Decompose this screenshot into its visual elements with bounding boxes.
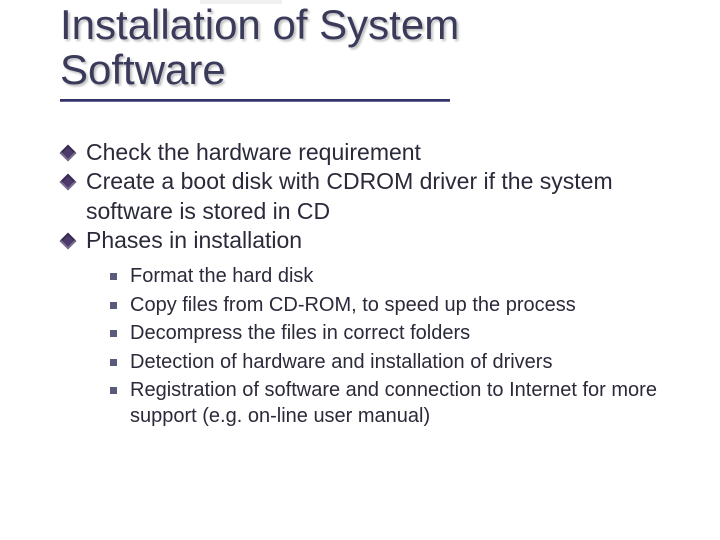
list-item-text: Detection of hardware and installation o…	[130, 351, 552, 373]
list-item: Create a boot disk with CDROM driver if …	[60, 167, 680, 226]
title-block: Installation of System Software	[60, 0, 680, 102]
slide: Installation of System Software Check th…	[0, 0, 720, 540]
bullet-list-level2: Format the hard disk Copy files from CD-…	[86, 263, 680, 429]
title-line-1: Installation of System	[60, 1, 459, 48]
list-item-text: Format the hard disk	[130, 265, 313, 287]
list-item: Format the hard disk	[108, 263, 680, 289]
list-item-text: Check the hardware requirement	[86, 139, 421, 165]
list-item-text: Copy files from CD-ROM, to speed up the …	[130, 294, 576, 316]
list-item-text: Phases in installation	[86, 227, 302, 253]
decorative-shadow	[200, 0, 282, 4]
bullet-list-level1: Check the hardware requirement Create a …	[60, 138, 680, 430]
list-item: Registration of software and connection …	[108, 377, 680, 430]
content-area: Check the hardware requirement Create a …	[60, 138, 680, 430]
list-item: Phases in installation Format the hard d…	[60, 226, 680, 430]
list-item-text: Decompress the files in correct folders	[130, 322, 470, 344]
list-item: Check the hardware requirement	[60, 138, 680, 167]
list-item: Copy files from CD-ROM, to speed up the …	[108, 292, 680, 318]
title-underline	[60, 99, 450, 102]
slide-title: Installation of System Software	[60, 2, 680, 93]
list-item-text: Create a boot disk with CDROM driver if …	[86, 168, 613, 223]
title-line-2: Software	[60, 46, 226, 93]
list-item-text: Registration of software and connection …	[130, 379, 657, 427]
list-item: Detection of hardware and installation o…	[108, 349, 680, 375]
list-item: Decompress the files in correct folders	[108, 320, 680, 346]
